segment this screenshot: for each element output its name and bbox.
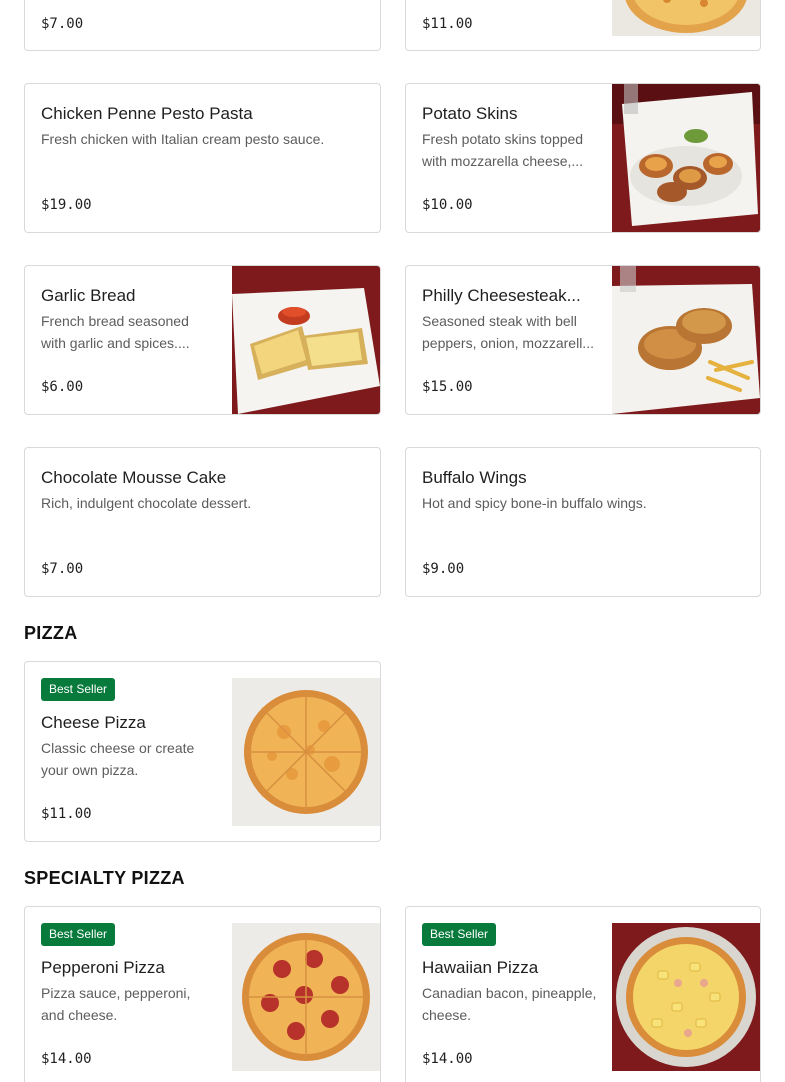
item-name: Buffalo Wings [422,468,527,487]
item-description: French bread seasoned with garlic and sp… [41,313,190,351]
best-seller-badge: Best Seller [41,923,116,946]
menu-item-card[interactable]: $7.00 [24,0,381,51]
section-heading-specialty-pizza: SPECIALTY PIZZA [24,868,185,888]
item-price: $10.00 [422,197,473,213]
item-description: Fresh chicken with Italian cream pesto s… [41,131,325,147]
best-seller-badge: Best Seller [422,923,497,946]
item-price: $9.00 [422,561,465,577]
section-heading-pizza: PIZZA [24,623,78,643]
item-description: Fresh potato skins topped with mozzarell… [422,131,584,169]
item-price: $14.00 [422,1051,473,1067]
item-description: Pizza sauce, pepperoni, and cheese. [41,985,191,1023]
cheese-pizza-photo [232,678,380,826]
potato-skins-photo [612,84,760,232]
item-name: Philly Cheesesteak... [422,286,581,305]
item-name: Hawaiian Pizza [422,958,539,977]
pepperoni-pizza-photo [232,923,380,1071]
item-price: $14.00 [41,1051,92,1067]
cheesesteak-photo [612,266,760,414]
garlic-bread-photo [232,266,380,414]
menu-item-card[interactable]: Potato Skins Fresh potato skins topped w… [405,83,761,233]
item-description: Classic cheese or create your own pizza. [41,740,195,778]
item-price: $6.00 [41,379,84,395]
menu-item-card[interactable]: Philly Cheesesteak... Seasoned steak wit… [405,265,761,415]
item-price: $11.00 [422,16,473,32]
menu-item-card[interactable]: Best Seller Hawaiian Pizza Canadian baco… [405,906,761,1082]
item-name: Garlic Bread [41,286,136,305]
menu-item-card[interactable]: Chocolate Mousse Cake Rich, indulgent ch… [24,447,381,597]
item-price: $15.00 [422,379,473,395]
item-description: Canadian bacon, pineapple, cheese. [422,985,597,1023]
item-name: Chicken Penne Pesto Pasta [41,104,253,123]
menu-item-card[interactable]: Garlic Bread French bread seasoned with … [24,265,381,415]
menu-item-card[interactable]: Buffalo Wings Hot and spicy bone-in buff… [405,447,761,597]
menu-item-card[interactable]: $11.00 [405,0,761,51]
item-price: $11.00 [41,806,92,822]
item-name: Potato Skins [422,104,518,123]
item-description: Seasoned steak with bell peppers, onion,… [422,313,594,351]
item-description: Hot and spicy bone-in buffalo wings. [422,495,647,511]
item-name: Chocolate Mousse Cake [41,468,227,487]
menu-item-card[interactable]: Best Seller Pepperoni Pizza Pizza sauce,… [24,906,381,1082]
best-seller-badge: Best Seller [41,678,116,701]
item-description: Rich, indulgent chocolate dessert. [41,495,252,511]
pizza-photo [612,0,760,36]
item-price: $7.00 [41,16,84,32]
item-price: $7.00 [41,561,84,577]
item-name: Pepperoni Pizza [41,958,165,977]
hawaiian-pizza-photo [612,923,760,1071]
menu-item-card[interactable]: Best Seller Cheese Pizza Classic cheese … [24,661,381,842]
item-name: Cheese Pizza [41,713,146,732]
item-price: $19.00 [41,197,92,213]
menu-item-card[interactable]: Chicken Penne Pesto Pasta Fresh chicken … [24,83,381,233]
